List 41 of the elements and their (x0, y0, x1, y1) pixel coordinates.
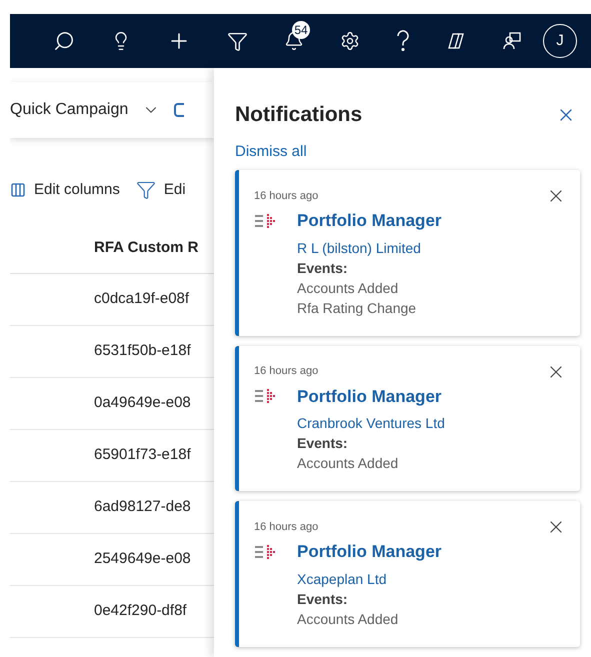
table-cell-text: 0a49649e-e08 (94, 393, 191, 414)
logo-icon (254, 212, 276, 230)
notification-time: 16 hours ago (254, 364, 318, 380)
notification-time: 16 hours ago (254, 520, 318, 535)
event-text: Accounts Added (297, 278, 400, 298)
search-icon[interactable] (53, 30, 75, 52)
table-cell-text: 6531f50b-e18f (94, 341, 191, 362)
panel-title: Notifications (235, 102, 362, 128)
events-label: Events: (297, 590, 349, 608)
filter-icon[interactable] (227, 30, 248, 52)
company-link[interactable]: R L (bilston) Limited (297, 238, 421, 258)
event-text: Accounts Added (297, 610, 400, 628)
columns-icon (10, 182, 26, 198)
events-label: Events: (297, 434, 349, 453)
notification-title-link[interactable]: Portfolio Manager (297, 539, 442, 564)
table-cell-text: 65901f73-e18f (94, 445, 191, 466)
filter-icon (136, 180, 156, 200)
table-cell-text: 2549649e-e08 (94, 549, 191, 570)
table-cell-text: 0e42f290-df8f (94, 601, 187, 622)
quick-campaign-button[interactable]: Quick Campaign (10, 98, 128, 122)
company-link[interactable]: Cranbrook Ventures Ltd (297, 413, 445, 433)
notification-title-link[interactable]: Portfolio Manager (297, 208, 442, 234)
notification-time: 16 hours ago (254, 188, 318, 204)
user-avatar[interactable]: J (543, 24, 577, 58)
column-header[interactable]: RFA Custom R (94, 237, 198, 260)
logo-icon (254, 387, 276, 406)
logo-icon (254, 542, 276, 561)
event-text: Accounts Added (297, 454, 400, 473)
person-feedback-icon[interactable] (502, 31, 522, 51)
edit-filters-button[interactable]: Edi (136, 178, 186, 202)
event-text: Rfa Rating Change (297, 298, 418, 318)
table-cell-text: c0dca19f-e08f (94, 289, 190, 310)
events-label: Events: (297, 258, 349, 278)
edit-columns-button[interactable]: Edit columns (10, 178, 120, 202)
dismiss-all-link[interactable]: Dismiss all (235, 140, 307, 163)
company-link[interactable]: Xcapeplan Ltd (297, 568, 387, 588)
notification-title-link[interactable]: Portfolio Manager (297, 384, 442, 409)
table-cell-text: 6ad98127-de8 (94, 497, 191, 518)
help-icon[interactable] (396, 30, 410, 52)
notification-count-badge: 54 (292, 21, 310, 39)
settings-icon[interactable] (340, 31, 360, 51)
